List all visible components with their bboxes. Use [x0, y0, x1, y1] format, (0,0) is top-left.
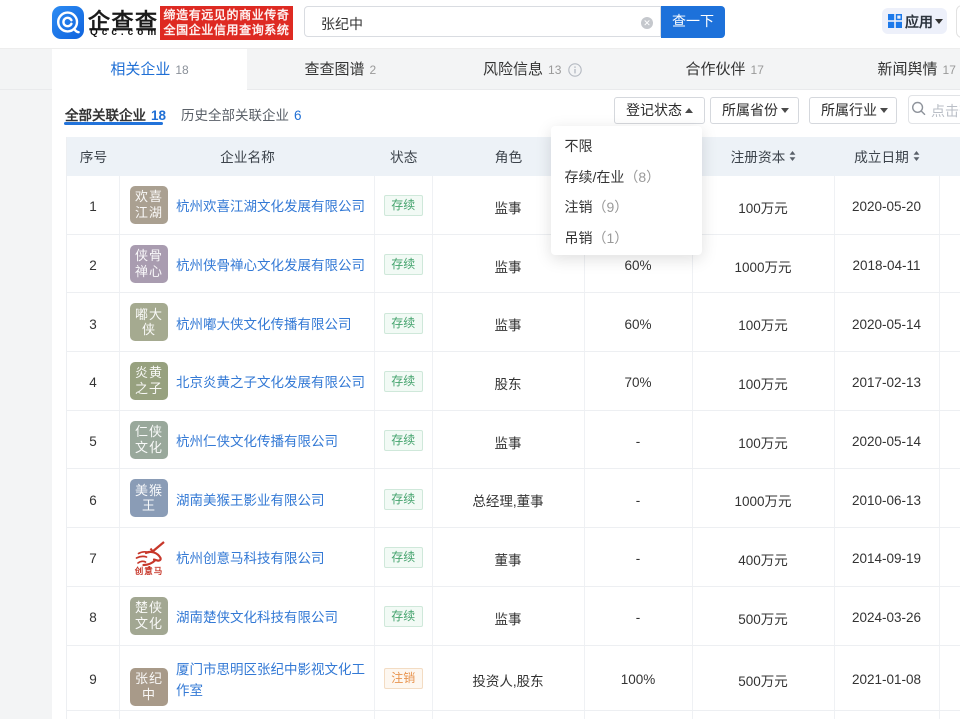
svg-text:创意马: 创意马	[134, 566, 164, 575]
